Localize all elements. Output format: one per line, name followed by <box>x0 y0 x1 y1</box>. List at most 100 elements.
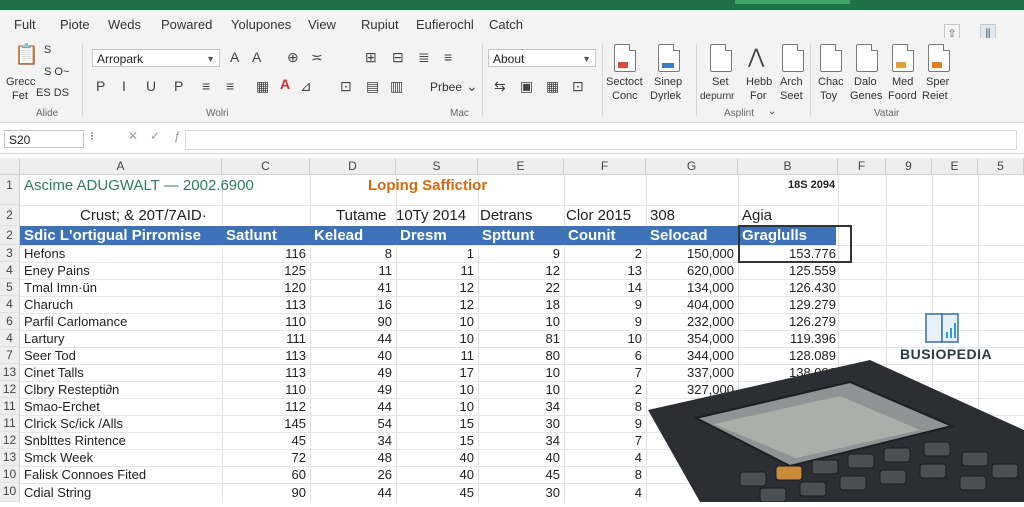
table-cell[interactable]: 14 <box>564 279 642 296</box>
table-cell[interactable]: 40 <box>310 347 392 364</box>
merge-icon[interactable]: ⊟ <box>392 49 404 66</box>
table-cell[interactable]: 125.559 <box>738 262 836 279</box>
table-cell[interactable]: 113 <box>222 347 306 364</box>
table-cell[interactable]: 34 <box>478 398 560 415</box>
table-cell[interactable]: 8 <box>310 245 392 262</box>
table-cell[interactable]: 404,000 <box>646 296 734 313</box>
tab-file[interactable]: Fult <box>14 17 36 32</box>
enter-icon[interactable]: ✓ <box>150 129 160 143</box>
table-cell[interactable]: 111 <box>222 330 306 347</box>
editing-item-4-line1[interactable]: Sper <box>926 76 949 89</box>
row-header[interactable]: 12 <box>0 381 20 398</box>
sort-filter-icon[interactable] <box>892 44 914 72</box>
cells-item-1-line1[interactable]: Set <box>712 76 729 89</box>
tab-formulas[interactable]: Yolupones <box>231 17 291 32</box>
table-cell[interactable]: 9 <box>564 415 642 432</box>
function-icon[interactable]: ƒ <box>174 129 181 143</box>
table-cell[interactable]: 90 <box>222 484 306 501</box>
table-cell[interactable]: 7 <box>564 364 642 381</box>
column-header[interactable]: 9 <box>886 158 932 175</box>
table-cell[interactable]: 120 <box>222 279 306 296</box>
table-cell[interactable]: 40 <box>396 466 474 483</box>
table-cell[interactable]: Cdial String <box>24 484 91 501</box>
table-cell[interactable]: 2 <box>564 381 642 398</box>
paste-label[interactable]: Grecc <box>6 76 35 89</box>
align-center-icon[interactable]: ≡ <box>226 78 234 94</box>
percent-icon[interactable]: ▣ <box>520 78 533 95</box>
font-name-combo[interactable]: Arropark ▼ <box>92 49 220 67</box>
tab-review[interactable]: Rupiut <box>361 17 399 32</box>
table-cell[interactable]: 72 <box>222 449 306 466</box>
table-cell[interactable]: 30 <box>478 415 560 432</box>
table-cell[interactable]: Snblttes Rintence <box>24 432 126 449</box>
table-cell[interactable]: Smck Week <box>24 449 93 466</box>
italic-icon[interactable]: I <box>122 78 126 94</box>
table-cell[interactable]: 6 <box>564 347 642 364</box>
table-cell[interactable]: 134,000 <box>646 279 734 296</box>
borders-icon[interactable]: P <box>174 78 183 94</box>
row-header[interactable]: 4 <box>0 330 20 347</box>
row-header[interactable]: 3 <box>0 245 20 262</box>
table-cell[interactable]: 48 <box>310 449 392 466</box>
table-cell[interactable]: 232,000 <box>646 313 734 330</box>
row-header[interactable]: 6 <box>0 313 20 330</box>
tab-view[interactable]: View <box>308 17 336 32</box>
decimal-icon[interactable]: ⊡ <box>572 78 584 95</box>
cut-label[interactable]: S <box>44 44 51 57</box>
editing-item-1-line1[interactable]: Chac <box>818 76 844 89</box>
table-header-cell[interactable]: Spttunt <box>482 226 534 245</box>
table-cell[interactable]: 9 <box>564 296 642 313</box>
fill-icon[interactable] <box>856 44 878 72</box>
table-header-cell[interactable]: Kelead <box>314 226 363 245</box>
subheader-c[interactable]: Tutame <box>336 207 386 224</box>
table-cell[interactable]: 54 <box>310 415 392 432</box>
table-cell[interactable]: 44 <box>310 398 392 415</box>
table-cell[interactable]: 45 <box>396 484 474 501</box>
tab-search[interactable]: Catch <box>489 17 523 32</box>
table-cell[interactable]: 45 <box>478 466 560 483</box>
font-size-down-icon[interactable]: A <box>252 49 261 65</box>
table-cell[interactable]: 10 <box>396 313 474 330</box>
table-cell[interactable]: 112 <box>222 398 306 415</box>
editing-item-3-line1[interactable]: Med <box>892 76 913 89</box>
tab-insert[interactable]: Weds <box>108 17 141 32</box>
column-header[interactable]: A <box>20 158 222 175</box>
row-header[interactable]: 11 <box>0 415 20 432</box>
table-cell[interactable]: 12 <box>396 279 474 296</box>
table-cell[interactable]: Cinet Talls <box>24 364 84 381</box>
table-cell[interactable]: 44 <box>310 484 392 501</box>
table-cell[interactable]: 41 <box>310 279 392 296</box>
table-cell[interactable]: 150,000 <box>646 245 734 262</box>
font-color-icon[interactable]: A <box>280 76 290 92</box>
table-cell[interactable]: Clrick Sc/ick /Alls <box>24 415 123 432</box>
column-header[interactable]: E <box>478 158 564 175</box>
table-cell[interactable]: 11 <box>396 262 475 279</box>
column-header[interactable]: B <box>738 158 838 175</box>
wrap-text-icon[interactable]: ≣ <box>418 49 430 66</box>
table-cell[interactable]: 8 <box>564 398 642 415</box>
table-cell[interactable]: 110 <box>222 381 306 398</box>
table-cell[interactable]: 22 <box>478 279 560 296</box>
table-cell[interactable]: 16 <box>310 296 392 313</box>
table-cell[interactable]: Lartury <box>24 330 64 347</box>
formula-input[interactable] <box>185 130 1017 150</box>
report-date[interactable]: 18S 2094 <box>788 177 835 194</box>
sheet-title[interactable]: Ascime ADUGWALT — 2002.6900 <box>24 177 254 194</box>
table-cell[interactable]: 10 <box>396 398 474 415</box>
table-cell[interactable]: 60 <box>222 466 306 483</box>
table-cell[interactable]: 110 <box>222 313 306 330</box>
expand-icon[interactable]: ⌄ <box>466 78 478 95</box>
font-size-up-icon[interactable]: A <box>230 49 239 65</box>
cells-item-2-line1[interactable]: Hebb <box>746 76 772 89</box>
table-cell[interactable]: Eney Pains <box>24 262 90 279</box>
table-header-cell[interactable]: Selocad <box>650 226 708 245</box>
table-cell[interactable]: 17 <box>396 364 474 381</box>
row-header[interactable]: 4 <box>0 296 20 313</box>
column-header[interactable]: G <box>646 158 738 175</box>
subheader-s[interactable]: Detrans <box>480 207 533 224</box>
tab-page-layout[interactable]: Powared <box>161 17 212 32</box>
row-header[interactable]: 12 <box>0 432 20 449</box>
table-cell[interactable]: 81 <box>478 330 560 347</box>
table-cell[interactable]: Hefons <box>24 245 65 262</box>
orientation-icon[interactable]: ≍ <box>311 49 323 66</box>
